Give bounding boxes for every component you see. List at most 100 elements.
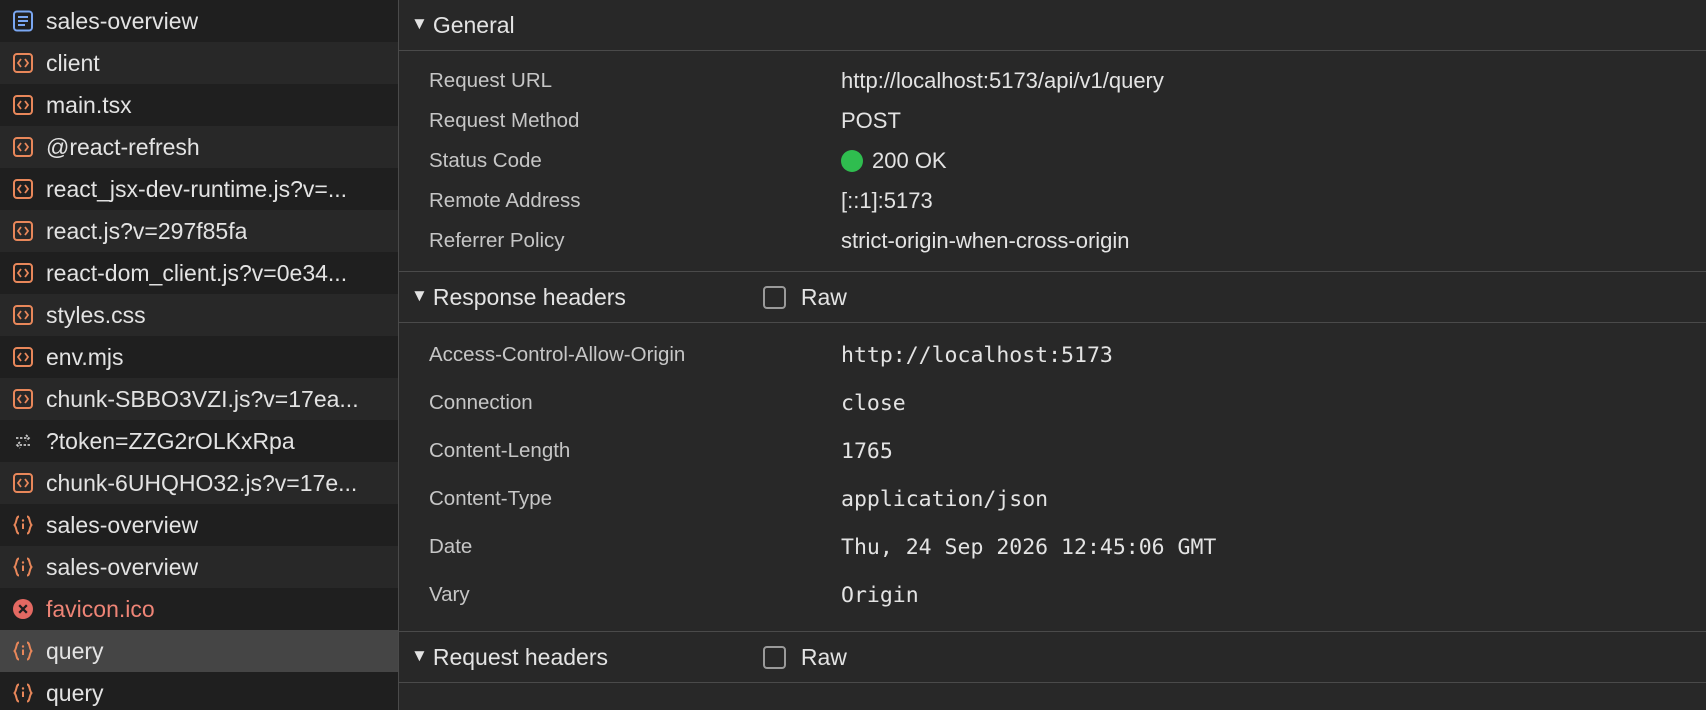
- status-ok-icon: [841, 150, 863, 172]
- general-row-remote-address: Remote Address [::1]:5173: [399, 181, 1706, 221]
- header-key: Request URL: [429, 69, 553, 92]
- headers-panel: ▼ General Request URL http://localhost:5…: [399, 0, 1706, 710]
- request-row[interactable]: favicon.ico: [0, 588, 398, 630]
- header-key: Vary: [429, 583, 470, 606]
- document-icon: [12, 10, 34, 32]
- general-section: Request URL http://localhost:5173/api/v1…: [399, 51, 1706, 272]
- request-row[interactable]: react.js?v=297f85fa: [0, 210, 398, 252]
- header-value-status: 200 OK: [841, 148, 947, 174]
- request-row[interactable]: sales-overview: [0, 504, 398, 546]
- request-row[interactable]: query: [0, 672, 398, 710]
- script-icon: [12, 178, 34, 200]
- raw-checkbox[interactable]: [762, 645, 786, 669]
- header-key: Remote Address: [429, 189, 581, 212]
- request-row[interactable]: sales-overview: [0, 546, 398, 588]
- script-icon: [12, 52, 34, 74]
- request-name: sales-overview: [46, 511, 199, 538]
- request-name: @react-refresh: [46, 133, 200, 160]
- request-row[interactable]: ?token=ZZG2rOLKxRpa: [0, 420, 398, 462]
- general-row-request-url: Request URL http://localhost:5173/api/v1…: [399, 61, 1706, 101]
- request-row[interactable]: client: [0, 42, 398, 84]
- request-list: sales-overview client main.tsx @react-re…: [0, 0, 399, 710]
- section-title: Request headers: [432, 643, 609, 670]
- header-key: Content-Type: [429, 487, 553, 510]
- request-name: query: [46, 679, 104, 706]
- request-name: react.js?v=297f85fa: [46, 217, 248, 244]
- raw-toggle[interactable]: Raw: [762, 283, 847, 311]
- request-row[interactable]: main.tsx: [0, 84, 398, 126]
- script-icon: [12, 136, 34, 158]
- header-value: application/json: [841, 486, 1049, 512]
- response-headers-section: Access-Control-Allow-Origin http://local…: [399, 323, 1706, 632]
- request-row[interactable]: sales-overview: [0, 0, 398, 42]
- response-headers-section-toggle[interactable]: ▼ Response headers Raw: [399, 272, 1706, 323]
- response-header-row: Date Thu, 24 Sep 2026 12:45:06 GMT: [399, 523, 1706, 571]
- header-key: Connection: [429, 391, 533, 414]
- header-value: Origin: [841, 582, 919, 608]
- request-name: favicon.ico: [46, 595, 155, 622]
- request-name: react_jsx-dev-runtime.js?v=...: [46, 175, 348, 202]
- fetch-icon: [12, 514, 34, 536]
- header-value: POST: [841, 108, 901, 133]
- triangle-down-icon: ▼: [411, 646, 428, 665]
- request-name: ?token=ZZG2rOLKxRpa: [46, 427, 295, 454]
- header-value: close: [841, 390, 906, 416]
- header-key: Date: [429, 535, 473, 558]
- request-headers-section-toggle[interactable]: ▼ Request headers Raw: [399, 632, 1706, 683]
- request-name: sales-overview: [46, 7, 199, 34]
- script-icon: [12, 472, 34, 494]
- header-key: Access-Control-Allow-Origin: [429, 343, 686, 366]
- request-name: env.mjs: [46, 343, 124, 370]
- request-name: react-dom_client.js?v=0e34...: [46, 259, 348, 286]
- script-icon: [12, 346, 34, 368]
- request-row[interactable]: chunk-SBBO3VZI.js?v=17ea...: [0, 378, 398, 420]
- request-row[interactable]: react-dom_client.js?v=0e34...: [0, 252, 398, 294]
- header-value: 1765: [841, 438, 893, 464]
- request-name: sales-overview: [46, 553, 199, 580]
- header-value: strict-origin-when-cross-origin: [841, 228, 1130, 253]
- error-icon: [12, 598, 34, 620]
- raw-toggle[interactable]: Raw: [762, 643, 847, 671]
- script-icon: [12, 220, 34, 242]
- header-key: Referrer Policy: [429, 229, 565, 252]
- general-row-request-method: Request Method POST: [399, 101, 1706, 141]
- header-value: http://localhost:5173/api/v1/query: [841, 68, 1164, 93]
- triangle-down-icon: ▼: [411, 14, 428, 33]
- header-value: [::1]:5173: [841, 188, 933, 213]
- script-icon: [12, 388, 34, 410]
- request-row-selected[interactable]: query: [0, 630, 398, 672]
- section-title: Response headers: [432, 283, 626, 310]
- response-header-row: Access-Control-Allow-Origin http://local…: [399, 331, 1706, 379]
- request-row[interactable]: @react-refresh: [0, 126, 398, 168]
- request-name: query: [46, 637, 104, 664]
- header-value: Thu, 24 Sep 2026 12:45:06 GMT: [841, 534, 1217, 560]
- script-icon: [12, 262, 34, 284]
- general-row-status-code: Status Code 200 OK: [399, 141, 1706, 181]
- fetch-icon: [12, 640, 34, 662]
- section-title: General: [432, 11, 515, 38]
- header-key: Request Method: [429, 109, 580, 132]
- request-row[interactable]: env.mjs: [0, 336, 398, 378]
- header-value: http://localhost:5173: [841, 342, 1113, 368]
- request-row[interactable]: chunk-6UHQHO32.js?v=17e...: [0, 462, 398, 504]
- fetch-icon: [12, 556, 34, 578]
- general-section-toggle[interactable]: ▼ General: [399, 0, 1706, 51]
- request-name: styles.css: [46, 301, 146, 328]
- header-key: Status Code: [429, 149, 542, 172]
- script-icon: [12, 304, 34, 326]
- response-header-row: Connection close: [399, 379, 1706, 427]
- general-row-referrer-policy: Referrer Policy strict-origin-when-cross…: [399, 221, 1706, 261]
- raw-label: Raw: [800, 643, 847, 670]
- request-row[interactable]: styles.css: [0, 294, 398, 336]
- response-header-row: Content-Length 1765: [399, 427, 1706, 475]
- status-text: 200 OK: [872, 148, 947, 173]
- raw-label: Raw: [800, 283, 847, 310]
- response-header-row: Content-Type application/json: [399, 475, 1706, 523]
- request-name: client: [46, 49, 100, 76]
- request-name: main.tsx: [46, 91, 132, 118]
- request-row[interactable]: react_jsx-dev-runtime.js?v=...: [0, 168, 398, 210]
- websocket-icon: [12, 430, 34, 452]
- raw-checkbox[interactable]: [762, 285, 786, 309]
- fetch-icon: [12, 682, 34, 704]
- devtools-network: sales-overview client main.tsx @react-re…: [0, 0, 1706, 710]
